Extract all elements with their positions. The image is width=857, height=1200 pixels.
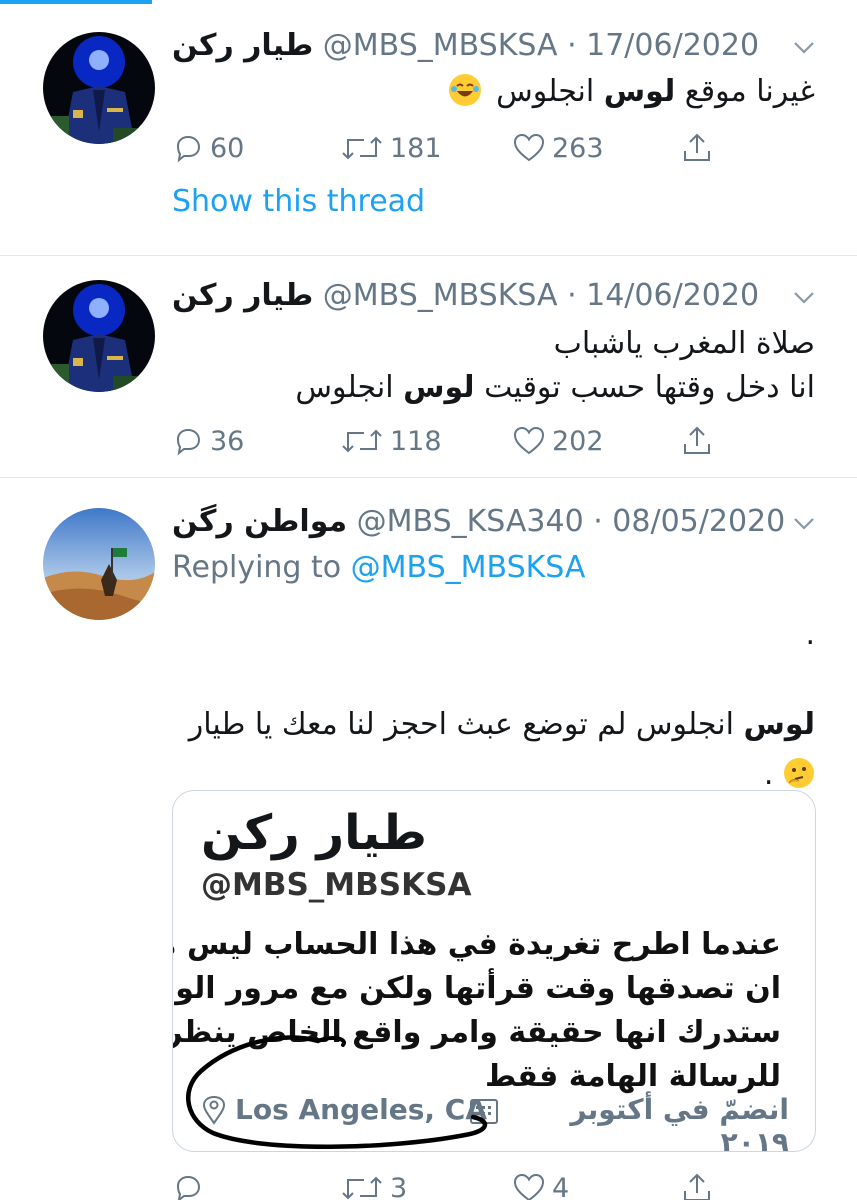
tweet-text-line: انا دخل وقتها حسب توقيت لوس انجلوس [295, 370, 815, 405]
reply-count: 36 [210, 425, 245, 457]
replying-to: Replying to @MBS_MBSKSA [172, 550, 585, 585]
author-handle[interactable]: @MBS_MBSKSA [323, 278, 558, 313]
card-bio-line: عندما اطرح تغريدة في هذا الحساب ليس ملزم [172, 927, 781, 962]
tweet-actions: 36 118 202 [172, 421, 732, 461]
like-count: 4 [552, 1172, 570, 1200]
embedded-profile-card[interactable]: طيار ركن @MBS_MBSKSA عندما اطرح تغريدة ف… [172, 790, 816, 1152]
heart-icon [513, 426, 545, 455]
retweet-button[interactable]: 181 [340, 128, 442, 168]
heart-icon [513, 133, 545, 162]
tweet-header: طيار ركن @MBS_MBSKSA · 17/06/2020 [172, 26, 772, 66]
chevron-down-icon[interactable] [789, 508, 819, 538]
tweet-actions: 3 4 [172, 1168, 732, 1200]
tweet-text-line: . [805, 617, 815, 652]
card-profile-handle: @MBS_MBSKSA [201, 867, 472, 903]
avatar[interactable] [43, 280, 155, 392]
tweet-text: صلاة المغرب ياشباب انا دخل وقتها حسب توق… [295, 322, 815, 410]
retweet-button[interactable]: 118 [340, 421, 442, 461]
reply-button[interactable]: 60 [172, 128, 244, 168]
tweet-header: طيار ركن @MBS_MBSKSA · 14/06/2020 [172, 276, 772, 316]
author-name[interactable]: طيار ركن [172, 28, 313, 63]
tweet-2[interactable]: طيار ركن @MBS_MBSKSA · 14/06/2020 صلاة ا… [0, 256, 857, 478]
tweet-text-line: صلاة المغرب ياشباب [553, 326, 815, 361]
tweet-header: مواطن رگن @MBS_KSA340 · 08/05/2020 [172, 502, 785, 542]
retweet-icon [342, 429, 382, 453]
tweet-text-line: لوس انجلوس لم توضع عبث احجز لنا معك يا ط… [188, 707, 815, 742]
card-profile-name: طيار ركن [201, 805, 427, 861]
laughing-emoji-icon [448, 74, 481, 106]
tweet-3[interactable]: مواطن رگن @MBS_KSA340 · 08/05/2020 Reply… [0, 478, 857, 1200]
reply-icon [176, 428, 201, 456]
tweet-text-line: غيرنا موقع لوس انجلوس [496, 74, 815, 109]
like-count: 202 [552, 425, 604, 457]
like-button[interactable]: 263 [512, 128, 604, 168]
retweet-count: 181 [390, 132, 442, 164]
reply-icon [176, 135, 201, 163]
retweet-icon [342, 136, 382, 160]
tweet-actions: 60 181 263 [172, 128, 732, 168]
tweet-text: . لوس انجلوس لم توضع عبث احجز لنا معك يا… [189, 610, 815, 800]
thinking-emoji-icon [783, 755, 815, 788]
share-button[interactable] [680, 421, 720, 461]
tweet-1[interactable]: طيار ركن @MBS_MBSKSA · 17/06/2020 غيرنا … [0, 0, 857, 256]
like-count: 263 [552, 132, 604, 164]
share-icon [684, 426, 710, 454]
show-thread-link[interactable]: Show this thread [172, 184, 425, 219]
tweet-date[interactable]: · 17/06/2020 [567, 28, 759, 63]
replying-to-label: Replying to [172, 550, 351, 585]
tweet-text-line [189, 660, 815, 700]
card-joined-date: انضمّ في أكتوبر ٢٠١٩ [570, 1093, 789, 1152]
retweet-button[interactable]: 3 [340, 1168, 407, 1200]
hand-drawn-circle-annotation [185, 1035, 487, 1149]
share-button[interactable] [680, 1168, 720, 1200]
reply-button[interactable] [172, 1168, 210, 1200]
author-handle[interactable]: @MBS_KSA340 [357, 504, 584, 539]
author-name[interactable]: مواطن رگن [172, 504, 347, 539]
share-button[interactable] [680, 128, 720, 168]
tweet-date[interactable]: · 14/06/2020 [567, 278, 759, 313]
author-handle[interactable]: @MBS_MBSKSA [323, 28, 558, 63]
share-icon [684, 1173, 710, 1200]
retweet-count: 118 [390, 425, 442, 457]
share-icon [684, 133, 710, 161]
heart-icon [513, 1173, 545, 1200]
avatar[interactable] [43, 508, 155, 620]
author-name[interactable]: طيار ركن [172, 278, 313, 313]
tweet-text: غيرنا موقع لوس انجلوس [448, 70, 815, 114]
reply-button[interactable]: 36 [172, 421, 244, 461]
replying-to-handle[interactable]: @MBS_MBSKSA [351, 550, 586, 585]
tweet-date[interactable]: · 08/05/2020 [593, 504, 785, 539]
like-button[interactable]: 4 [512, 1168, 569, 1200]
card-bio-line: ان تصدقها وقت قرأتها ولكن مع مرور الوقت [172, 971, 781, 1006]
reply-icon [176, 1175, 201, 1200]
avatar[interactable] [43, 32, 155, 144]
chevron-down-icon[interactable] [789, 282, 819, 312]
retweet-icon [342, 1176, 382, 1200]
retweet-count: 3 [390, 1172, 408, 1200]
like-button[interactable]: 202 [512, 421, 604, 461]
chevron-down-icon[interactable] [789, 32, 819, 62]
reply-count: 60 [210, 132, 245, 164]
